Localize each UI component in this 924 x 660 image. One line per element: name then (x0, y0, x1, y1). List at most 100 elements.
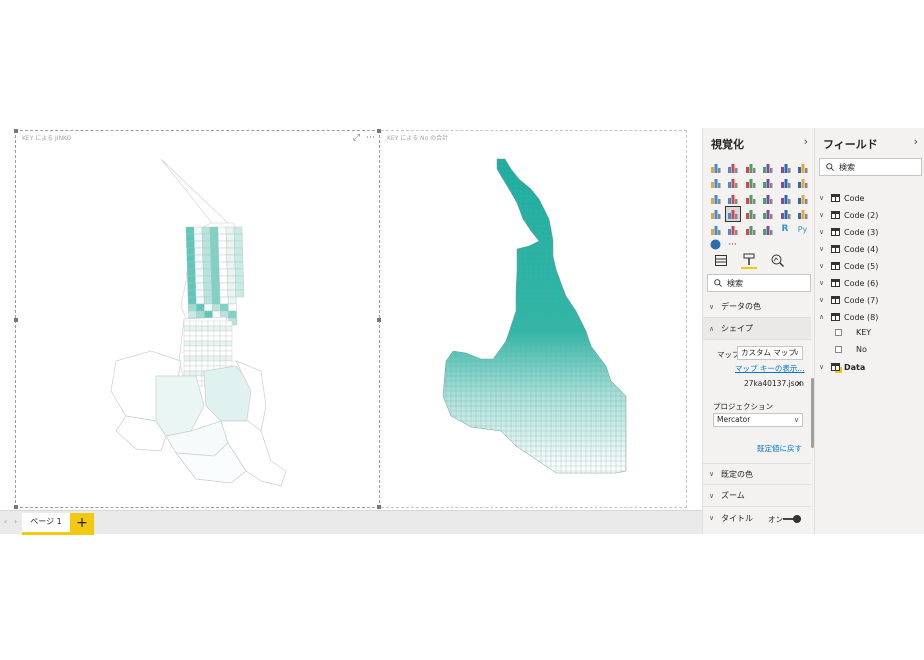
district-polygon[interactable] (218, 233, 227, 242)
field-item[interactable]: No (835, 341, 867, 357)
district-polygon[interactable] (195, 296, 205, 305)
field-table-item-data[interactable]: ∨ Data (819, 359, 865, 375)
district-polygon[interactable] (201, 325, 209, 332)
kpi-visual-icon[interactable] (708, 222, 722, 236)
district-polygon[interactable] (195, 370, 203, 377)
district-polygon[interactable] (227, 268, 236, 277)
district-polygon[interactable] (225, 335, 233, 342)
district-polygon[interactable] (225, 360, 233, 367)
district-polygon[interactable] (202, 254, 212, 263)
district-polygon[interactable] (195, 330, 203, 337)
district-polygon[interactable] (183, 360, 191, 367)
district-polygon[interactable] (211, 282, 220, 291)
district-polygon[interactable] (211, 289, 221, 298)
district-polygon[interactable] (227, 296, 237, 305)
district-polygon[interactable] (186, 240, 195, 249)
district-polygon[interactable] (226, 247, 235, 256)
map-type-dropdown[interactable]: カスタム マップ ∨ (737, 346, 803, 360)
district-polygon[interactable] (188, 303, 197, 312)
district-polygon[interactable] (235, 289, 245, 298)
district-polygon[interactable] (201, 320, 209, 327)
district-polygon[interactable] (189, 345, 197, 352)
district-polygon[interactable] (195, 282, 204, 291)
district-polygon[interactable] (219, 335, 227, 342)
district-polygon[interactable] (186, 233, 195, 242)
district-polygon[interactable] (189, 335, 197, 342)
add-page-button[interactable]: + (70, 513, 94, 535)
district-polygon[interactable] (187, 296, 197, 305)
district-polygon[interactable] (213, 345, 221, 352)
district-polygon[interactable] (195, 320, 203, 327)
district-polygon[interactable] (207, 340, 215, 347)
collapse-icon[interactable]: › (914, 135, 918, 148)
district-polygon[interactable] (195, 340, 203, 347)
district-polygon[interactable] (183, 355, 191, 362)
district-polygon[interactable] (225, 345, 233, 352)
district-polygon[interactable] (189, 350, 197, 357)
district-polygon[interactable] (225, 355, 233, 362)
district-polygon[interactable] (195, 365, 203, 372)
district-polygon[interactable] (211, 296, 221, 305)
field-table-item[interactable]: ∨ Code (3) (819, 224, 878, 240)
district-polygon[interactable] (204, 303, 213, 312)
district-polygon[interactable] (235, 275, 244, 284)
district-polygon[interactable] (189, 360, 197, 367)
district-polygon[interactable] (202, 233, 211, 242)
district-polygon[interactable] (195, 350, 203, 357)
page-tab-1[interactable]: ページ 1 (22, 513, 70, 535)
district-polygon[interactable] (210, 254, 220, 263)
district-polygon[interactable] (213, 320, 221, 327)
district-polygon[interactable] (213, 355, 221, 362)
district-polygon[interactable] (219, 330, 227, 337)
district-polygon[interactable] (187, 289, 197, 298)
district-polygon[interactable] (189, 355, 197, 362)
district-polygon[interactable] (203, 289, 213, 298)
district-polygon[interactable] (183, 325, 191, 332)
district-polygon[interactable] (202, 247, 211, 256)
district-polygon[interactable] (203, 296, 213, 305)
district-polygon[interactable] (207, 345, 215, 352)
district-polygon[interactable] (213, 325, 221, 332)
district-polygon[interactable] (218, 240, 227, 249)
funnel-visual-icon[interactable] (743, 207, 757, 221)
field-checkbox[interactable] (835, 345, 842, 353)
field-table-item[interactable]: ∨ Code (5) (819, 258, 878, 274)
remove-file-icon[interactable]: ✕ (796, 379, 802, 388)
district-polygon[interactable] (218, 254, 228, 263)
district-polygon[interactable] (207, 360, 215, 367)
district-polygon[interactable] (219, 320, 227, 327)
district-polygon[interactable] (218, 247, 227, 256)
field-table-item[interactable]: ∨ Code (6) (819, 275, 878, 291)
field-table-item[interactable]: ∨ Code (819, 190, 864, 206)
section-default-colors[interactable]: ∨ 既定の色 (703, 463, 811, 485)
district-polygon[interactable] (219, 275, 228, 284)
district-polygon[interactable] (183, 330, 191, 337)
district-polygon[interactable] (225, 320, 233, 327)
district-polygon[interactable] (234, 254, 244, 263)
map-key-link[interactable]: マップ キーの表示... (735, 363, 805, 374)
district-polygon[interactable] (213, 360, 221, 367)
projection-dropdown[interactable]: Mercator ∨ (713, 413, 803, 427)
scatter-visual-icon[interactable] (726, 191, 740, 205)
district-polygon[interactable] (183, 340, 191, 347)
district-polygon[interactable] (213, 350, 221, 357)
district-polygon[interactable] (196, 310, 205, 319)
clustered-column-visual-icon[interactable] (761, 160, 775, 174)
district-polygon[interactable] (195, 325, 203, 332)
grid-map-no[interactable] (381, 131, 687, 509)
district-polygon[interactable] (201, 330, 209, 337)
100-column-visual-icon[interactable] (796, 160, 810, 174)
district-polygon[interactable] (234, 247, 243, 256)
district-polygon[interactable] (189, 340, 197, 347)
area-visual-icon[interactable] (726, 176, 740, 190)
district-polygon[interactable] (201, 345, 209, 352)
district-polygon[interactable] (194, 240, 203, 249)
district-polygon[interactable] (183, 345, 191, 352)
district-polygon[interactable] (226, 233, 235, 242)
shape-map-visual-no[interactable]: KEY による No の合計 (381, 130, 687, 508)
field-checkbox[interactable] (835, 328, 842, 336)
district-polygon[interactable] (225, 325, 233, 332)
section-zoom[interactable]: ∨ ズーム (703, 485, 811, 507)
district-polygon[interactable] (213, 335, 221, 342)
district-polygon[interactable] (183, 350, 191, 357)
